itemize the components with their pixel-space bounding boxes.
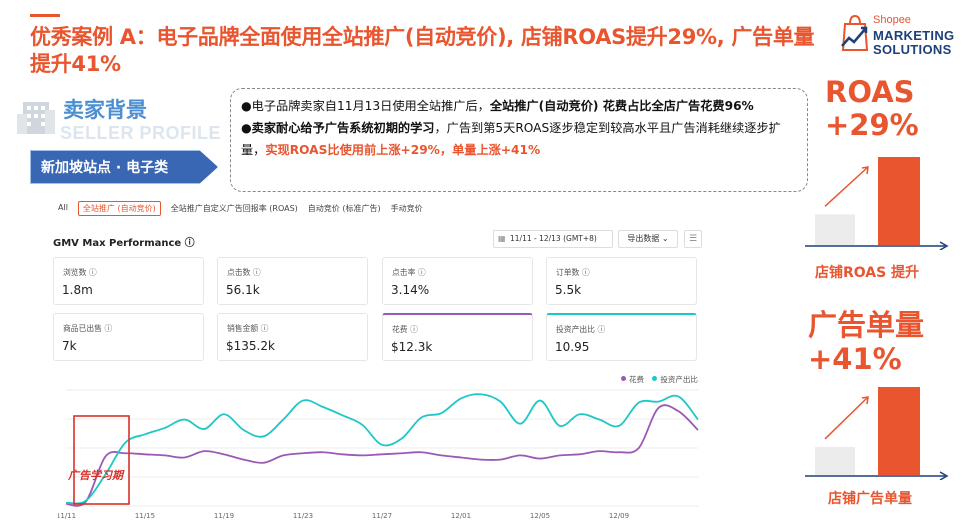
tab-auto-bidding[interactable]: 自动竞价 (标准广告) bbox=[308, 203, 391, 216]
metric-card-ctr[interactable]: 点击率 ⓘ 3.14% bbox=[382, 257, 533, 305]
legend-roas: 投资产出比 bbox=[660, 375, 698, 384]
note-p1-b: 全站推广(自动竞价) 花费占比全店广告花费96% bbox=[489, 99, 754, 113]
orders-headline-2: +41% bbox=[808, 342, 902, 376]
x-tick-label: 12/05 bbox=[530, 512, 550, 520]
title-accent-bar bbox=[30, 14, 60, 17]
metric-card-spend[interactable]: 花费 ⓘ $12.3k bbox=[382, 313, 533, 361]
growth-arrow bbox=[824, 396, 869, 440]
performance-line-chart: 广告学习期 11/11 11/15 11/19 11/23 11/27 12/01 12/0… bbox=[58, 389, 699, 520]
orders-headline: 广告单量 +41% bbox=[808, 308, 924, 376]
logo-brand: Shopee bbox=[873, 14, 911, 26]
logo-line2: SOLUTIONS bbox=[873, 42, 952, 57]
metric-value: 56.1k bbox=[226, 283, 260, 297]
x-tick-label: 11/27 bbox=[372, 512, 392, 520]
seller-profile-subtitle: SELLER PROFILE bbox=[60, 123, 222, 143]
learning-period-label: 广告学习期 bbox=[67, 469, 125, 482]
tab-gmv-max-roas[interactable]: 全站推广自定义广告回报率 (ROAS) bbox=[171, 203, 308, 216]
metric-card-orders[interactable]: 订单数 ⓘ 5.5k bbox=[546, 257, 697, 305]
menu-icon[interactable]: ☰ bbox=[684, 230, 702, 248]
performance-title: GMV Max Performance ⓘ bbox=[53, 238, 195, 249]
orders-headline-1: 广告单量 bbox=[808, 308, 925, 342]
metric-card-impressions[interactable]: 浏览数 ⓘ 1.8m bbox=[53, 257, 204, 305]
calendar-icon: ▦ bbox=[498, 234, 506, 243]
x-tick-label: 11/19 bbox=[214, 512, 234, 520]
metric-card-clicks[interactable]: 点击数 ⓘ 56.1k bbox=[217, 257, 368, 305]
note-p2-a: ●卖家耐心给予广告系统初期的学习 bbox=[241, 121, 435, 135]
slide-title: 优秀案例 A：电子品牌全面使用全站推广(自动竞价), 店铺ROAS提升29%, … bbox=[30, 25, 815, 76]
export-data-button[interactable]: 导出数据 ⌄ bbox=[618, 230, 678, 248]
bar-before bbox=[815, 446, 855, 475]
bar-after bbox=[878, 387, 920, 475]
chart-legend: 花费 投资产出比 bbox=[615, 374, 698, 385]
date-range-value: 11/11 - 12/13 (GMT+8) bbox=[510, 234, 597, 243]
roas-headline-2: +29% bbox=[825, 108, 919, 142]
roas-bar-chart bbox=[805, 157, 949, 250]
metric-card-roas[interactable]: 投资产出比 ⓘ 10.95 bbox=[546, 313, 697, 361]
metric-value: $12.3k bbox=[391, 340, 433, 354]
x-tick-label: 12/01 bbox=[451, 512, 471, 520]
metric-label: 销售金额 ⓘ bbox=[227, 324, 269, 333]
metric-label: 订单数 ⓘ bbox=[556, 268, 590, 277]
roas-headline: ROAS +29% bbox=[825, 76, 919, 142]
seller-profile-title: 卖家背景 bbox=[63, 98, 147, 122]
metric-label: 商品已出售 ⓘ bbox=[63, 324, 113, 333]
x-tick-label: 11/23 bbox=[293, 512, 313, 520]
gmv-dashboard-panel: All 全站推广 (自动竞价) 全站推广自定义广告回报率 (ROAS) 自动竞价… bbox=[40, 196, 710, 525]
tab-all[interactable]: All bbox=[58, 203, 78, 216]
metric-label: 点击率 ⓘ bbox=[392, 268, 426, 277]
case-note-box: ●电子品牌卖家自11月13日使用全站推广后，全站推广(自动竞价) 花费占比全店广… bbox=[230, 88, 808, 192]
orders-caption: 店铺广告单量 bbox=[828, 491, 912, 507]
metric-label: 投资产出比 ⓘ bbox=[556, 325, 606, 334]
bar-after bbox=[878, 157, 920, 245]
roas-caption: 店铺ROAS 提升 bbox=[815, 265, 920, 281]
x-tick-label: 11/11 bbox=[58, 512, 76, 520]
building-icon bbox=[17, 102, 55, 134]
tab-manual-bidding[interactable]: 手动竞价 bbox=[391, 203, 433, 216]
tab-gmv-max-auto[interactable]: 全站推广 (自动竞价) bbox=[77, 201, 161, 216]
bar-before bbox=[815, 214, 855, 245]
roas-headline-1: ROAS bbox=[825, 75, 915, 109]
metric-label: 点击数 ⓘ bbox=[227, 268, 261, 277]
campaign-tabs: All 全站推广 (自动竞价) 全站推广自定义广告回报率 (ROAS) 自动竞价… bbox=[58, 201, 433, 216]
metric-value: 10.95 bbox=[555, 340, 590, 354]
x-tick-label: 11/15 bbox=[135, 512, 155, 520]
metric-value: 3.14% bbox=[391, 283, 430, 297]
metric-value: 7k bbox=[62, 339, 77, 353]
metric-card-gmv[interactable]: 销售金额 ⓘ $135.2k bbox=[217, 313, 368, 361]
metric-card-items-sold[interactable]: 商品已出售 ⓘ 7k bbox=[53, 313, 204, 361]
shopping-bag-chart-icon bbox=[841, 14, 869, 51]
legend-roas-dot bbox=[652, 376, 658, 381]
x-tick-label: 12/09 bbox=[609, 512, 629, 520]
legend-spend: 花费 bbox=[629, 375, 644, 384]
legend-spend-dot bbox=[621, 376, 626, 381]
growth-arrow bbox=[824, 166, 869, 207]
shopee-marketing-logo: Shopee MARKETING SOLUTIONS bbox=[840, 14, 965, 59]
metric-value: 5.5k bbox=[555, 283, 582, 297]
logo-line1: MARKETING bbox=[873, 28, 955, 43]
learning-period-box bbox=[73, 415, 130, 505]
metric-label: 花费 ⓘ bbox=[392, 325, 418, 334]
orders-bar-chart bbox=[805, 387, 949, 480]
series-line-roas bbox=[65, 393, 699, 505]
date-range-picker[interactable]: ▦ 11/11 - 12/13 (GMT+8) bbox=[493, 230, 613, 248]
note-p2-c: 实现ROAS比使用前上涨+29%，单量上涨+41% bbox=[265, 143, 541, 157]
metric-value: $135.2k bbox=[226, 339, 275, 353]
metric-label: 浏览数 ⓘ bbox=[63, 268, 97, 277]
region-category-tag: 新加坡站点 · 电子类 bbox=[30, 150, 218, 184]
metric-value: 1.8m bbox=[62, 283, 93, 297]
note-p1-a: ●电子品牌卖家自11月13日使用全站推广后， bbox=[241, 99, 490, 113]
